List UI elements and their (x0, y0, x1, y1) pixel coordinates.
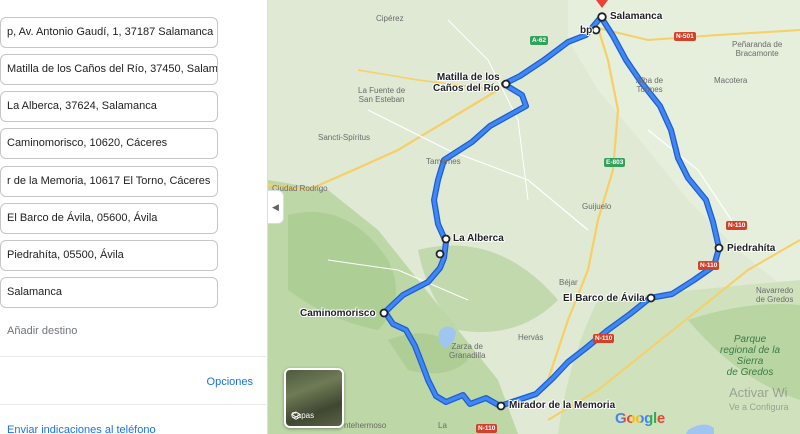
place-label: Alba de Tormes (636, 76, 664, 94)
stop-field-1-text: p, Av. Antonio Gaudí, 1, 37187 Salamanca (7, 26, 214, 38)
directions-panel: p, Av. Antonio Gaudí, 1, 37187 Salamanca… (0, 0, 268, 434)
stop-label-caminomorisco[interactable]: Caminomorisco (300, 308, 376, 319)
place-label: Macotera (714, 76, 748, 85)
stop-label-barco[interactable]: El Barco de Ávila (563, 293, 645, 304)
place-label: Guijuelo (582, 202, 612, 211)
stop-field-2-text: Matilla de los Caños del Río, 37450, Sal… (7, 63, 217, 75)
activation-watermark: Activar Wi Ve a Configura (729, 386, 789, 414)
route-marker-caminomorisco (379, 308, 389, 318)
stop-field-8-text: Salamanca (7, 286, 63, 298)
stop-field-4-text: Caminomorisco, 10620, Cáceres (7, 137, 168, 149)
stop-label-piedrahita[interactable]: Piedrahíta (727, 243, 775, 254)
place-label: ntehermoso (344, 421, 387, 430)
place-label: Zarza de Granadilla (449, 342, 486, 360)
road-shield: N-110 (593, 334, 615, 343)
stop-label-mirador[interactable]: Mirador de la Memoria (509, 400, 615, 411)
place-label: Sancti-Spíritus (318, 133, 371, 142)
stop-label-la-alberca[interactable]: La Alberca (453, 233, 504, 244)
stop-label-salamanca[interactable]: Salamanca (610, 11, 662, 22)
options-link[interactable]: Opciones (207, 376, 253, 388)
route-marker-barco (646, 293, 656, 303)
stop-label-bp[interactable]: bp (580, 25, 592, 36)
stop-field-3[interactable]: La Alberca, 37624, Salamanca (0, 91, 218, 122)
place-label: Tamames (426, 157, 461, 166)
map-canvas[interactable]: Cipérez Peñaranda de Bracamonte Macotera… (268, 0, 800, 434)
road-shield: N-110 (476, 424, 498, 433)
divider (0, 356, 268, 357)
stop-field-8[interactable]: Salamanca (0, 277, 218, 308)
road-shield: N-110 (698, 261, 720, 270)
google-logo-text: Google (615, 410, 665, 427)
place-label: Béjar (559, 278, 578, 287)
layers-icon (291, 411, 301, 420)
watermark-line-2: Ve a Configura (729, 402, 789, 412)
road-shield: E-803 (604, 158, 626, 167)
route-marker-piedrahita (714, 243, 724, 253)
route-marker-mirador (496, 401, 506, 411)
divider (0, 404, 268, 405)
stop-field-7[interactable]: Piedrahíta, 05500, Ávila (0, 240, 218, 271)
road-shield: A-62 (530, 36, 549, 45)
stop-field-1[interactable]: p, Av. Antonio Gaudí, 1, 37187 Salamanca (0, 17, 218, 48)
park-label: Parque regional de la Sierra de Gredos (720, 334, 781, 378)
stop-field-6[interactable]: El Barco de Ávila, 05600, Ávila (0, 203, 218, 234)
route-marker-la-alberca (441, 234, 451, 244)
layers-label-row: Capas (291, 411, 314, 420)
stop-field-6-text: El Barco de Ávila, 05600, Ávila (7, 212, 158, 224)
road-shield: N-110 (726, 221, 748, 230)
stop-field-3-text: La Alberca, 37624, Salamanca (7, 100, 157, 112)
place-label: Navarredo de Gredos (756, 286, 794, 304)
chevron-left-icon: ◀ (272, 201, 279, 212)
road-shield: N-501 (674, 32, 696, 41)
place-label: La (438, 421, 447, 430)
send-to-phone-link[interactable]: Enviar indicaciones al teléfono (7, 424, 156, 434)
place-label: Hervás (518, 333, 544, 342)
stop-field-5[interactable]: r de la Memoria, 10617 El Torno, Cáceres (0, 166, 218, 197)
stop-field-2[interactable]: Matilla de los Caños del Río, 37450, Sal… (0, 54, 218, 85)
route-marker-matilla (501, 79, 511, 89)
route-marker-la-alberca-2 (435, 249, 445, 259)
layers-button[interactable]: Capas (284, 368, 344, 428)
stop-field-7-text: Piedrahíta, 05500, Ávila (7, 249, 124, 261)
add-destination-button[interactable]: Añadir destino (7, 325, 77, 337)
collapse-panel-button[interactable]: ◀ (268, 190, 284, 224)
stop-label-matilla[interactable]: Matilla de los Caños del Río (433, 72, 500, 94)
place-label: Cipérez (376, 14, 404, 23)
place-label: La Fuente de San Esteban (358, 86, 406, 104)
watermark-line-1: Activar Wi (729, 385, 788, 400)
stop-field-5-text: r de la Memoria, 10617 El Torno, Cáceres (7, 175, 211, 187)
route-marker-salamanca (597, 12, 607, 22)
place-label: Peñaranda de Bracamonte (732, 40, 783, 58)
google-logo: Google (615, 410, 665, 427)
stop-field-4[interactable]: Caminomorisco, 10620, Cáceres (0, 128, 218, 159)
route-marker-bp (591, 25, 601, 35)
